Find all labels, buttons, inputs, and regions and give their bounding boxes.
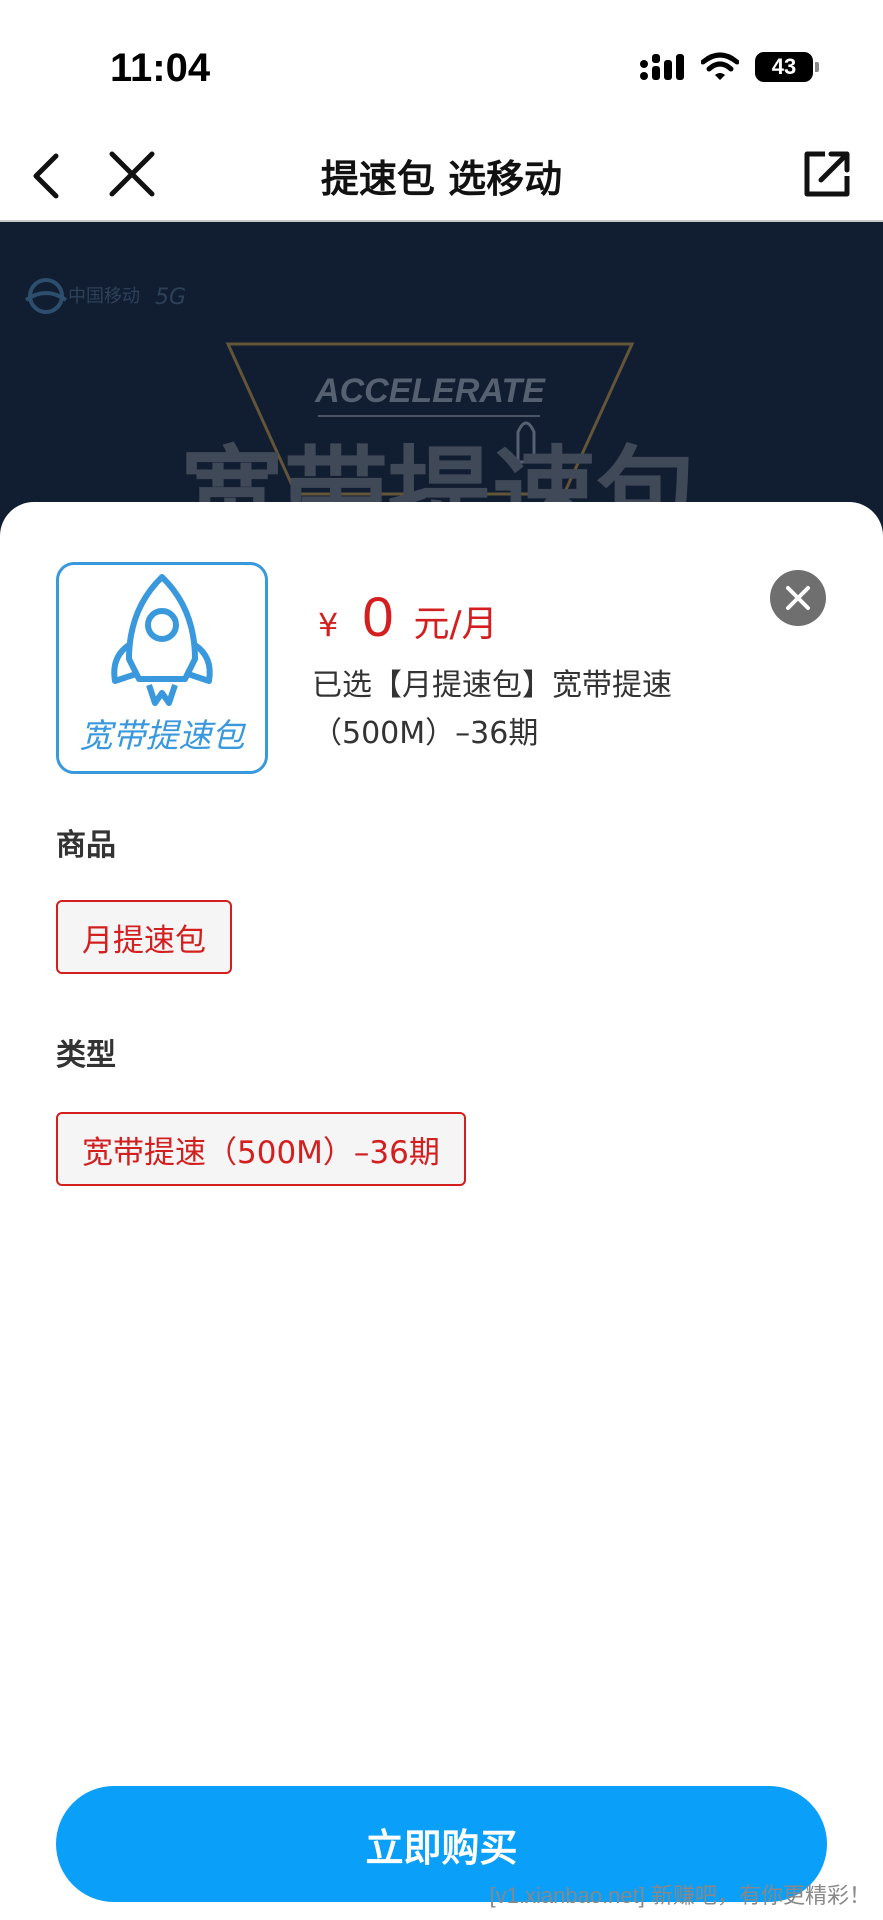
price-value: 0 [362,585,394,648]
status-icons: 43 [639,52,819,82]
goods-section-label: 商品 [56,828,116,863]
sheet-close-button[interactable] [770,570,826,626]
signal-icon [640,54,684,80]
product-thumbnail: 宽带提速包 [56,562,268,774]
battery-icon: 43 [755,52,819,82]
price-unit: 元/月 [413,604,498,645]
share-icon[interactable] [799,146,855,202]
dim-overlay[interactable] [0,222,883,542]
type-section-label: 类型 [56,1038,116,1073]
selected-line-2: （500M）–36期 [312,716,539,751]
price-row: ¥ 0 元/月 [318,584,498,649]
close-icon [786,586,810,610]
promo-banner: 中国移动 5G ACCELERATE 宽带提速包 [0,222,883,542]
wifi-icon [701,52,739,80]
thumbnail-label: 宽带提速包 [79,716,245,755]
rocket-icon [111,574,213,706]
goods-option-chip[interactable]: 月提速包 [56,900,232,974]
watermark: [v1.xianbao.net] 新赚吧，有你更精彩！ [489,1883,871,1908]
battery-level: 43 [771,54,797,79]
price-symbol: ¥ [318,606,339,644]
type-option-chip[interactable]: 宽带提速（500M）–36期 [56,1112,466,1186]
purchase-sheet: 宽带提速包 ¥ 0 元/月 已选【月提速包】宽带提速 （500M）–36期 商品… [0,502,883,1920]
status-bar: 11:04 43 [0,0,883,130]
nav-bar: 提速包 选移动 [0,130,883,222]
selected-description: 已选【月提速包】宽带提速 （500M）–36期 [312,662,732,758]
selected-line-1: 已选【月提速包】宽带提速 [312,668,672,703]
page-title: 提速包 选移动 [320,157,563,201]
status-time: 11:04 [110,46,211,90]
